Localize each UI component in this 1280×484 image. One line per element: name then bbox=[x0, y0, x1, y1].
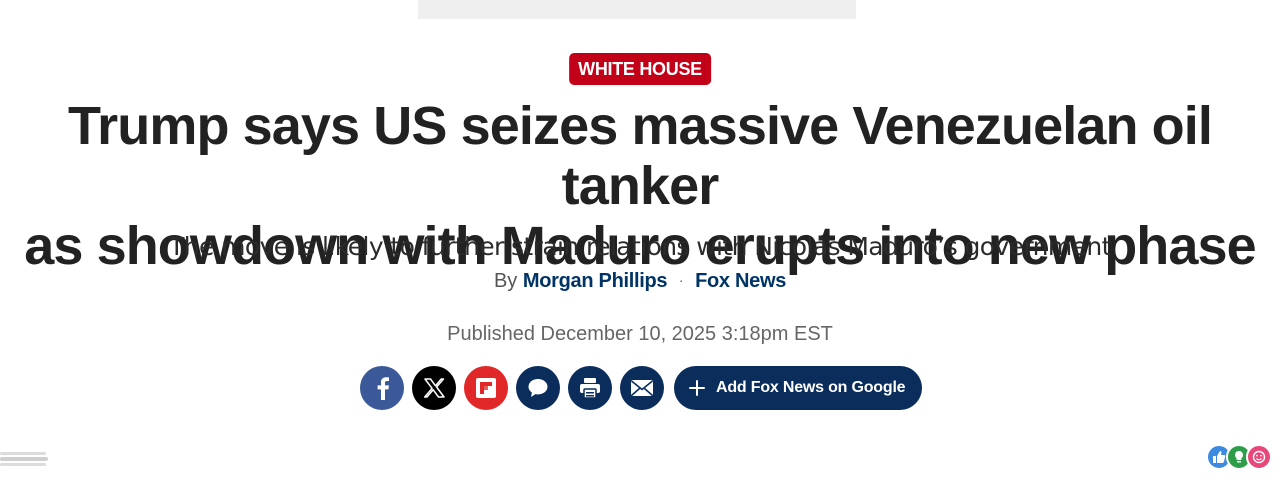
email-share-button[interactable] bbox=[620, 366, 664, 410]
heart-face-icon bbox=[1252, 450, 1266, 464]
x-icon bbox=[423, 378, 445, 398]
published-date: Published December 10, 2025 3:18pm EST bbox=[447, 323, 833, 345]
flipboard-share-button[interactable] bbox=[464, 366, 508, 410]
plus-icon bbox=[689, 380, 705, 396]
edge-widget-icon[interactable] bbox=[0, 451, 48, 467]
top-ad-placeholder bbox=[418, 0, 856, 19]
reactions-widget[interactable] bbox=[1206, 444, 1272, 470]
heart-face-reaction[interactable] bbox=[1246, 444, 1272, 470]
comment-bubble-icon bbox=[528, 379, 548, 397]
byline-separator: · bbox=[678, 272, 684, 288]
flipboard-icon bbox=[476, 378, 496, 398]
byline-prefix: By bbox=[493, 270, 518, 292]
facebook-share-button[interactable] bbox=[360, 366, 404, 410]
facebook-icon bbox=[377, 377, 389, 400]
category-eyebrow[interactable]: WHITE HOUSE bbox=[569, 53, 711, 85]
google-button-label: Add Fox News on Google bbox=[716, 379, 906, 396]
lightbulb-icon bbox=[1235, 451, 1243, 463]
comments-button[interactable] bbox=[516, 366, 560, 410]
author-link[interactable]: Morgan Phillips bbox=[523, 270, 668, 292]
headline-line-1: Trump says US seizes massive Venezuelan … bbox=[68, 96, 1213, 216]
printer-icon bbox=[580, 378, 600, 399]
envelope-icon bbox=[630, 380, 654, 397]
source-link[interactable]: Fox News bbox=[695, 270, 786, 292]
byline: By Morgan Phillips · Fox News bbox=[0, 266, 1280, 295]
thumbs-up-icon bbox=[1213, 451, 1226, 463]
x-share-button[interactable] bbox=[412, 366, 456, 410]
share-bar: Add Fox News on Google bbox=[360, 366, 923, 410]
print-button[interactable] bbox=[568, 366, 612, 410]
add-fox-news-on-google-button[interactable]: Add Fox News on Google bbox=[674, 366, 923, 410]
subheadline: The move is likely to further strain rel… bbox=[169, 232, 1111, 261]
